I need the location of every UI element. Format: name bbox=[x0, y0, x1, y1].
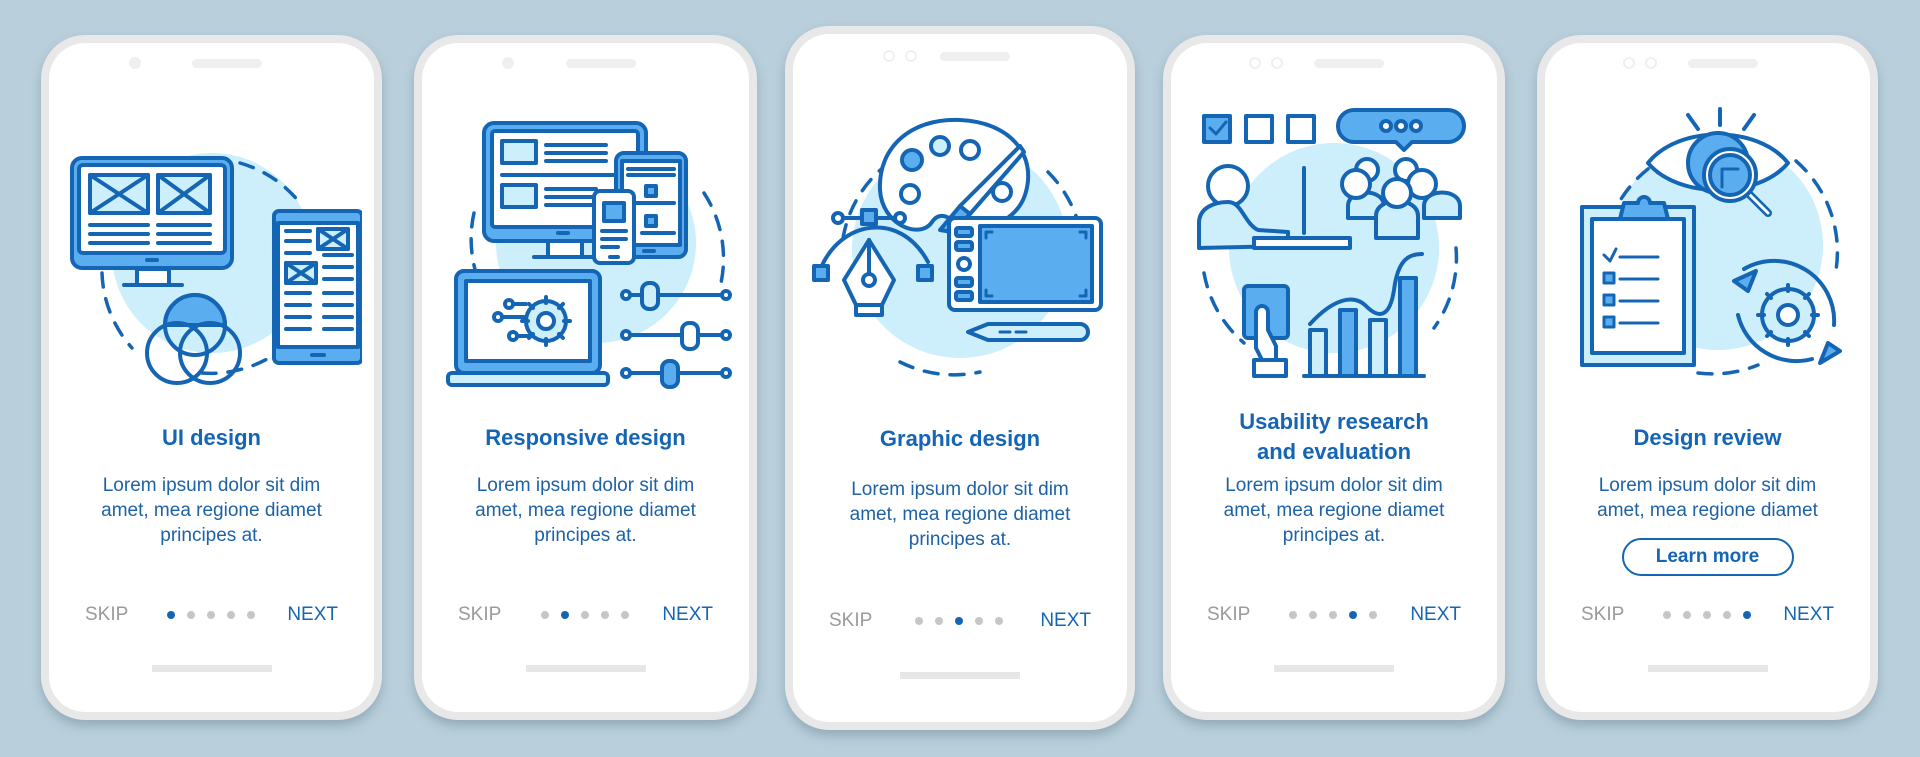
skip-button[interactable]: SKIP bbox=[1207, 602, 1250, 628]
page-indicator bbox=[1662, 611, 1753, 619]
page-indicator bbox=[540, 611, 631, 619]
screen-description: Lorem ipsum dolor sit dim amet, mea regi… bbox=[101, 475, 322, 546]
onboarding-nav: SKIP NEXT bbox=[49, 602, 374, 628]
next-button[interactable]: NEXT bbox=[662, 602, 713, 628]
page-indicator bbox=[1289, 611, 1379, 619]
phone-screen: Responsive design Lorem ipsum dolor sit … bbox=[422, 43, 749, 712]
home-indicator bbox=[525, 665, 646, 672]
home-indicator bbox=[900, 672, 1020, 679]
front-sensor bbox=[905, 50, 917, 62]
phone-screen: UI design Lorem ipsum dolor sit dim amet… bbox=[49, 43, 374, 712]
page-indicator bbox=[166, 611, 257, 619]
front-sensor bbox=[1271, 57, 1283, 69]
next-button[interactable]: NEXT bbox=[1040, 608, 1091, 634]
responsive-design-illustration bbox=[445, 121, 732, 389]
front-camera bbox=[1623, 57, 1635, 69]
speaker-grille bbox=[1687, 59, 1758, 68]
page-dot-5[interactable] bbox=[995, 617, 1003, 625]
phone-screen: Usability research and evaluation Lorem … bbox=[1171, 43, 1497, 712]
phone-screen: Graphic design Lorem ipsum dolor sit dim… bbox=[793, 34, 1127, 722]
screen-description: Lorem ipsum dolor sit dim amet, mea regi… bbox=[1597, 475, 1818, 521]
front-camera bbox=[1249, 57, 1261, 69]
page-dot-3[interactable] bbox=[580, 611, 589, 619]
screen-title: Responsive design bbox=[485, 425, 686, 450]
screen-description: Lorem ipsum dolor sit dim amet, mea regi… bbox=[849, 479, 1071, 550]
stylus-pen-icon bbox=[966, 322, 1090, 342]
front-camera bbox=[883, 50, 895, 62]
onboarding-nav: SKIP NEXT bbox=[1171, 602, 1497, 628]
page-dot-3[interactable] bbox=[1702, 611, 1711, 619]
screen-title: Usability research and evaluation bbox=[1239, 409, 1429, 464]
ui-design-illustration bbox=[69, 153, 362, 385]
skip-button[interactable]: SKIP bbox=[458, 602, 501, 628]
home-indicator bbox=[1274, 665, 1394, 672]
page-dot-1[interactable] bbox=[1662, 611, 1671, 619]
onboarding-screen-design-review: Design review Lorem ipsum dolor sit dim … bbox=[1537, 35, 1878, 720]
onboarding-screen-ui-design: UI design Lorem ipsum dolor sit dim amet… bbox=[41, 35, 382, 720]
speaker-grille bbox=[191, 59, 262, 68]
desktop-monitor-icon bbox=[69, 156, 234, 287]
page-dot-1[interactable] bbox=[915, 617, 923, 625]
tablet-wireframe-icon bbox=[271, 209, 362, 365]
page-dot-5[interactable] bbox=[620, 611, 629, 619]
speaker-grille bbox=[1314, 59, 1384, 68]
speaker-grille bbox=[565, 59, 636, 68]
home-indicator bbox=[151, 665, 272, 672]
onboarding-screen-usability-research: Usability research and evaluation Lorem … bbox=[1163, 35, 1505, 720]
design-review-illustration bbox=[1579, 107, 1842, 376]
page-dot-2[interactable] bbox=[1309, 611, 1317, 619]
page-indicator bbox=[915, 617, 1005, 625]
page-dot-3[interactable] bbox=[206, 611, 215, 619]
page-dot-3[interactable] bbox=[955, 617, 963, 625]
page-dot-4[interactable] bbox=[1722, 611, 1731, 619]
next-button[interactable]: NEXT bbox=[1410, 602, 1461, 628]
page-dot-4[interactable] bbox=[1349, 611, 1357, 619]
laptop-settings-icon bbox=[445, 269, 610, 387]
skip-button[interactable]: SKIP bbox=[85, 602, 128, 628]
page-dot-2[interactable] bbox=[186, 611, 195, 619]
graphic-design-illustration bbox=[812, 117, 1103, 377]
onboarding-nav: SKIP NEXT bbox=[1545, 602, 1870, 628]
onboarding-nav: SKIP NEXT bbox=[793, 608, 1127, 634]
onboarding-screen-responsive-design: Responsive design Lorem ipsum dolor sit … bbox=[414, 35, 757, 720]
page-dot-5[interactable] bbox=[1369, 611, 1377, 619]
front-sensor bbox=[1645, 57, 1657, 69]
page-dot-1[interactable] bbox=[540, 611, 549, 619]
page-dot-5[interactable] bbox=[246, 611, 255, 619]
checkbox-list-icon bbox=[1202, 114, 1316, 144]
smartphone-icon bbox=[591, 189, 636, 265]
screen-description: Lorem ipsum dolor sit dim amet, mea regi… bbox=[1223, 475, 1445, 546]
page-dot-4[interactable] bbox=[975, 617, 983, 625]
page-dot-1[interactable] bbox=[166, 611, 175, 619]
onboarding-nav: SKIP NEXT bbox=[422, 602, 749, 628]
page-dot-2[interactable] bbox=[560, 611, 569, 619]
page-dot-5[interactable] bbox=[1742, 611, 1751, 619]
learn-more-button[interactable]: Learn more bbox=[1621, 538, 1794, 576]
checklist-clipboard-icon bbox=[1579, 195, 1696, 367]
touchscreen-hand-icon bbox=[1242, 284, 1290, 378]
page-dot-1[interactable] bbox=[1289, 611, 1297, 619]
skip-button[interactable]: SKIP bbox=[829, 608, 872, 634]
usability-research-illustration bbox=[1197, 108, 1466, 378]
screen-description: Lorem ipsum dolor sit dim amet, mea regi… bbox=[475, 475, 696, 546]
screen-title: Graphic design bbox=[879, 426, 1041, 451]
page-dot-2[interactable] bbox=[935, 617, 943, 625]
next-button[interactable]: NEXT bbox=[287, 602, 338, 628]
graphic-tablet-icon bbox=[947, 216, 1103, 312]
speaker-grille bbox=[940, 52, 1010, 61]
chat-bubble-icon bbox=[1336, 108, 1466, 152]
page-dot-2[interactable] bbox=[1682, 611, 1691, 619]
screen-title: Design review bbox=[1633, 425, 1782, 450]
front-camera bbox=[129, 57, 141, 69]
page-dot-4[interactable] bbox=[600, 611, 609, 619]
next-button[interactable]: NEXT bbox=[1783, 602, 1834, 628]
phone-screen: Design review Lorem ipsum dolor sit dim … bbox=[1545, 43, 1870, 712]
skip-button[interactable]: SKIP bbox=[1581, 602, 1624, 628]
home-indicator bbox=[1647, 665, 1768, 672]
page-dot-3[interactable] bbox=[1329, 611, 1337, 619]
screen-title: UI design bbox=[161, 425, 261, 450]
front-camera bbox=[502, 57, 514, 69]
page-dot-4[interactable] bbox=[226, 611, 235, 619]
onboarding-screen-graphic-design: Graphic design Lorem ipsum dolor sit dim… bbox=[785, 26, 1135, 730]
